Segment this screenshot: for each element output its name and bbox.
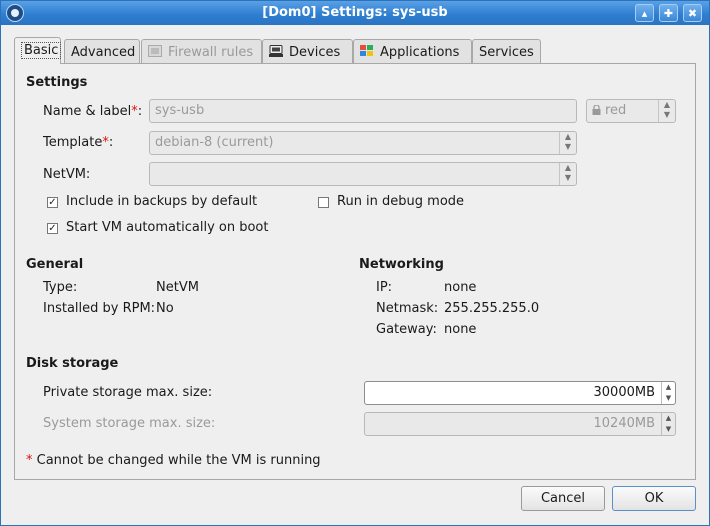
netmask-value: 255.255.255.0 bbox=[444, 301, 540, 316]
name-label: Name & label*: bbox=[43, 104, 143, 119]
minimize-icon[interactable]: ▴ bbox=[635, 4, 654, 22]
tab-devices[interactable]: Devices bbox=[262, 39, 353, 63]
applications-icon bbox=[360, 45, 374, 57]
ip-label: IP: bbox=[376, 280, 393, 295]
spin-arrows-icon[interactable]: ▲ ▼ bbox=[661, 382, 675, 404]
firewall-icon bbox=[148, 45, 162, 57]
template-label: Template*: bbox=[43, 135, 114, 150]
include-backups-label: Include in backups by default bbox=[66, 194, 258, 209]
netvm-select[interactable]: ▲ ▼ bbox=[149, 162, 577, 186]
debug-mode-checkbox[interactable] bbox=[318, 197, 329, 208]
networking-heading: Networking bbox=[359, 257, 444, 272]
tab-basic[interactable]: Basic bbox=[14, 37, 62, 64]
window-title: [Dom0] Settings: sys-usb bbox=[262, 5, 448, 20]
chevron-updown-icon: ▲ ▼ bbox=[658, 100, 675, 122]
tab-applications[interactable]: Applications bbox=[353, 39, 472, 63]
spin-arrows-icon[interactable]: ▲ ▼ bbox=[661, 413, 675, 435]
close-icon[interactable]: ✖ bbox=[683, 4, 702, 22]
lock-icon bbox=[592, 104, 601, 115]
private-storage-label: Private storage max. size: bbox=[43, 385, 213, 400]
chevron-updown-icon: ▲ ▼ bbox=[559, 132, 576, 154]
netmask-label: Netmask: bbox=[376, 301, 439, 316]
autostart-checkbox[interactable]: ✓ bbox=[47, 223, 58, 234]
required-footnote: * Cannot be changed while the VM is runn… bbox=[26, 453, 321, 468]
private-storage-spinbox[interactable]: 30000MB ▲ ▼ bbox=[364, 381, 676, 405]
template-select[interactable]: debian-8 (current) ▲ ▼ bbox=[149, 131, 577, 155]
rpm-label: Installed by RPM: bbox=[43, 301, 156, 316]
include-backups-checkbox[interactable]: ✓ bbox=[47, 197, 58, 208]
maximize-icon[interactable]: ✚ bbox=[659, 4, 678, 22]
cancel-button[interactable]: Cancel bbox=[521, 486, 605, 511]
general-heading: General bbox=[26, 257, 84, 272]
autostart-label: Start VM automatically on boot bbox=[66, 220, 269, 235]
chevron-updown-icon: ▲ ▼ bbox=[559, 163, 576, 185]
system-storage-label: System storage max. size: bbox=[43, 416, 216, 431]
tab-firewall-rules[interactable]: Firewall rules bbox=[141, 39, 262, 63]
gateway-value: none bbox=[444, 322, 477, 337]
type-value: NetVM bbox=[156, 280, 199, 295]
settings-heading: Settings bbox=[26, 75, 88, 90]
netvm-label: NetVM: bbox=[43, 167, 91, 182]
system-storage-spinbox[interactable]: 10240MB ▲ ▼ bbox=[364, 412, 676, 436]
label-color-select[interactable]: red ▲ ▼ bbox=[586, 99, 676, 123]
devices-icon bbox=[269, 45, 283, 57]
gateway-label: Gateway: bbox=[376, 322, 437, 337]
debug-mode-label: Run in debug mode bbox=[337, 194, 465, 209]
ok-button[interactable]: OK bbox=[612, 486, 696, 511]
rpm-value: No bbox=[156, 301, 174, 316]
tab-services[interactable]: Services bbox=[472, 39, 541, 63]
name-field[interactable]: sys-usb bbox=[149, 99, 577, 123]
ip-value: none bbox=[444, 280, 477, 295]
title-bar[interactable]: [Dom0] Settings: sys-usb ▴ ✚ ✖ bbox=[1, 1, 709, 25]
basic-tab-panel: Settings Name & label*: sys-usb red ▲ ▼ T… bbox=[14, 63, 696, 480]
settings-window: [Dom0] Settings: sys-usb ▴ ✚ ✖ Basic Adv… bbox=[0, 0, 710, 526]
type-label: Type: bbox=[43, 280, 78, 295]
disk-storage-heading: Disk storage bbox=[26, 356, 119, 371]
tab-advanced[interactable]: Advanced bbox=[64, 39, 140, 63]
